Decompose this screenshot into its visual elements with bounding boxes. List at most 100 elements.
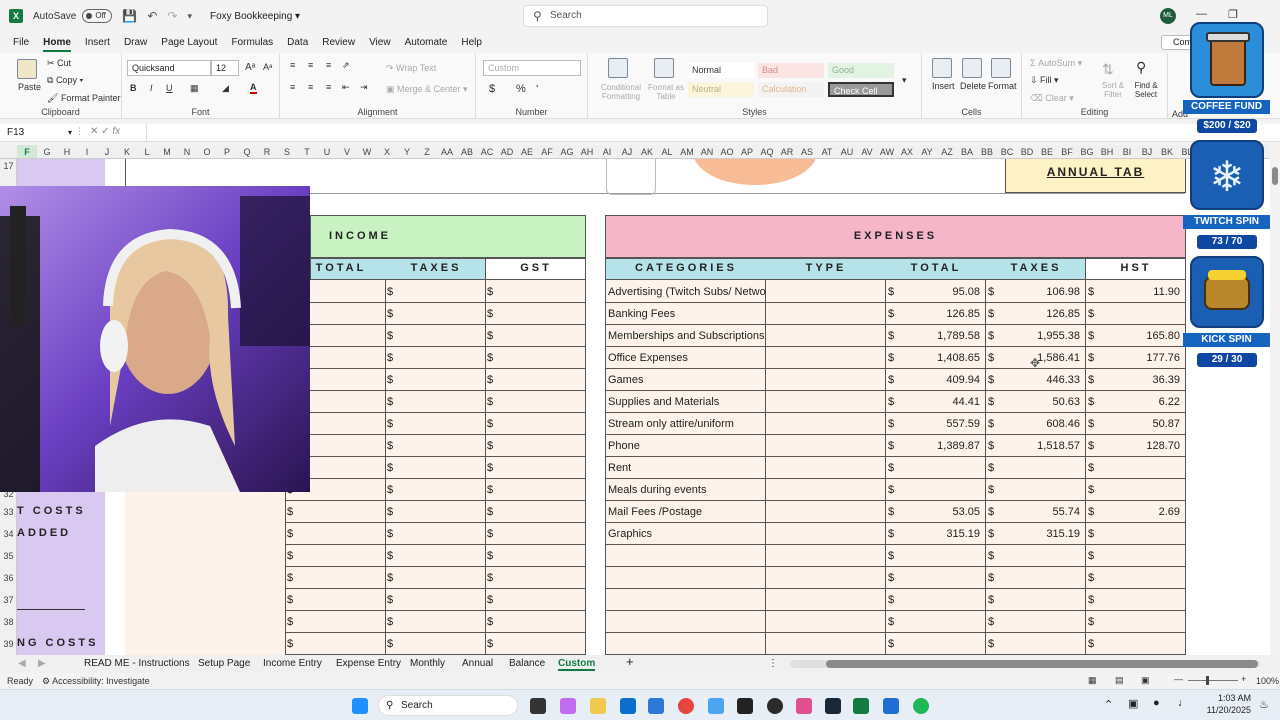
expense-category-cell[interactable]: Graphics [608,523,766,545]
expense-taxes-cell[interactable] [1002,457,1080,479]
income-currency-cell[interactable]: $ [387,501,407,523]
autosum-button[interactable]: Σ AutoSum ▾ [1030,58,1082,69]
income-currency-cell[interactable]: $ [487,501,507,523]
column-header[interactable]: P [217,145,237,158]
normal-view-icon[interactable]: ▦ [1088,675,1097,686]
clear-button[interactable]: ⌫ Clear ▾ [1030,93,1074,104]
income-currency-cell[interactable]: $ [287,501,307,523]
income-currency-cell[interactable]: $ [387,633,407,655]
page-layout-view-icon[interactable]: ▤ [1115,675,1124,686]
expense-taxes-cell[interactable]: 1,955.38 [1002,325,1080,347]
income-currency-cell[interactable]: $ [487,413,507,435]
vertical-scrollbar[interactable] [1270,145,1280,655]
name-box[interactable]: F13 ▾ [4,126,72,140]
expense-hst-cell[interactable]: 36.39 [1102,369,1180,391]
align-center-icon[interactable]: ≡ [308,82,313,92]
column-header[interactable]: AV [857,145,877,158]
expense-taxes-cell[interactable] [1002,589,1080,611]
expense-total-cell[interactable]: 557.59 [902,413,980,435]
save-icon[interactable]: 💾 [122,9,137,23]
expense-hst-cell[interactable] [1102,589,1180,611]
conditional-formatting-button[interactable]: Conditional Formatting [592,83,650,101]
income-currency-cell[interactable]: $ [487,589,507,611]
tab-prev-icon[interactable]: ◀ [18,657,26,671]
obs-icon[interactable] [767,698,783,714]
task-view-icon[interactable] [530,698,546,714]
styles-more-icon[interactable]: ▾ [902,75,907,86]
column-header[interactable]: S [277,145,297,158]
expense-category-cell[interactable] [608,633,766,655]
borders-icon[interactable]: ▦ [190,83,199,94]
expense-taxes-cell[interactable] [1002,545,1080,567]
terminal-icon[interactable] [737,698,753,714]
expense-total-cell[interactable] [902,567,980,589]
expense-hst-cell[interactable] [1102,479,1180,501]
column-header[interactable]: BE [1037,145,1057,158]
income-currency-cell[interactable]: $ [387,567,407,589]
row-header[interactable]: 35 [0,551,17,561]
row-header[interactable]: 33 [0,507,17,517]
windows-start-icon[interactable] [352,698,368,714]
column-header[interactable]: R [257,145,277,158]
income-currency-cell[interactable]: $ [387,369,407,391]
expense-taxes-cell[interactable] [1002,567,1080,589]
align-right-icon[interactable]: ≡ [326,82,331,92]
column-header[interactable]: AC [477,145,497,158]
column-header[interactable]: H [57,145,77,158]
expense-hst-cell[interactable]: 11.90 [1102,281,1180,303]
column-header[interactable]: J [97,145,117,158]
column-header[interactable]: AB [457,145,477,158]
expense-total-cell[interactable]: 44.41 [902,391,980,413]
copy-button[interactable]: ⧉ Copy ▾ [47,75,83,86]
tab-expense-entry[interactable]: Expense Entry [336,657,401,671]
expense-total-cell[interactable] [902,633,980,655]
income-currency-cell[interactable]: $ [387,391,407,413]
column-header[interactable]: AA [437,145,457,158]
column-header[interactable]: V [337,145,357,158]
increase-indent-icon[interactable]: ⇥ [360,82,368,93]
income-currency-cell[interactable]: $ [487,523,507,545]
style-check-cell[interactable]: Check Cell [828,82,894,97]
expense-taxes-cell[interactable] [1002,633,1080,655]
income-currency-cell[interactable]: $ [387,611,407,633]
column-header[interactable]: U [317,145,337,158]
style-calculation[interactable]: Calculation [758,82,824,97]
expense-total-cell[interactable]: 53.05 [902,501,980,523]
expense-category-cell[interactable]: Phone [608,435,766,457]
row-header[interactable]: 37 [0,595,17,605]
column-header[interactable]: AE [517,145,537,158]
zoom-level[interactable]: 100% [1256,676,1279,686]
row-header[interactable]: 39 [0,639,17,649]
format-as-table-icon[interactable] [654,58,674,78]
menu-page-layout[interactable]: Page Layout [161,37,217,48]
income-currency-cell[interactable]: $ [287,589,307,611]
income-currency-cell[interactable]: $ [287,567,307,589]
undo-icon[interactable]: ↶ [147,9,157,23]
notifications-icon[interactable]: ♨ [1259,698,1269,711]
income-currency-cell[interactable]: $ [387,589,407,611]
expense-total-cell[interactable]: 409.94 [902,369,980,391]
expense-hst-cell[interactable]: 128.70 [1102,435,1180,457]
font-size-select[interactable]: 12 [211,60,239,76]
expense-category-cell[interactable]: Advertising (Twitch Subs/ Network [608,281,766,303]
comma-icon[interactable]: ‘ [536,83,538,95]
column-header[interactable]: BD [1017,145,1037,158]
expense-taxes-cell[interactable]: 126.85 [1002,303,1080,325]
expense-hst-cell[interactable]: 50.87 [1102,413,1180,435]
expense-category-cell[interactable] [608,567,766,589]
income-currency-cell[interactable]: $ [387,325,407,347]
insert-cells-button[interactable]: Insert [932,81,955,91]
expense-category-cell[interactable]: Games [608,369,766,391]
sort-filter-icon[interactable]: ⇅ [1102,61,1114,78]
app-icon[interactable] [708,698,724,714]
column-header[interactable]: AP [737,145,757,158]
expense-category-cell[interactable]: Stream only attire/uniform [608,413,766,435]
chrome-icon[interactable] [678,698,694,714]
currency-icon[interactable]: $ [489,83,495,95]
expense-hst-cell[interactable] [1102,303,1180,325]
fill-color-icon[interactable]: ◢ [222,83,229,94]
column-header[interactable]: BI [1117,145,1137,158]
volume-icon[interactable]: ♩ [1178,697,1189,709]
bold-icon[interactable]: B [130,83,137,93]
annual-tab-button[interactable]: ANNUAL TAB [1005,159,1186,193]
